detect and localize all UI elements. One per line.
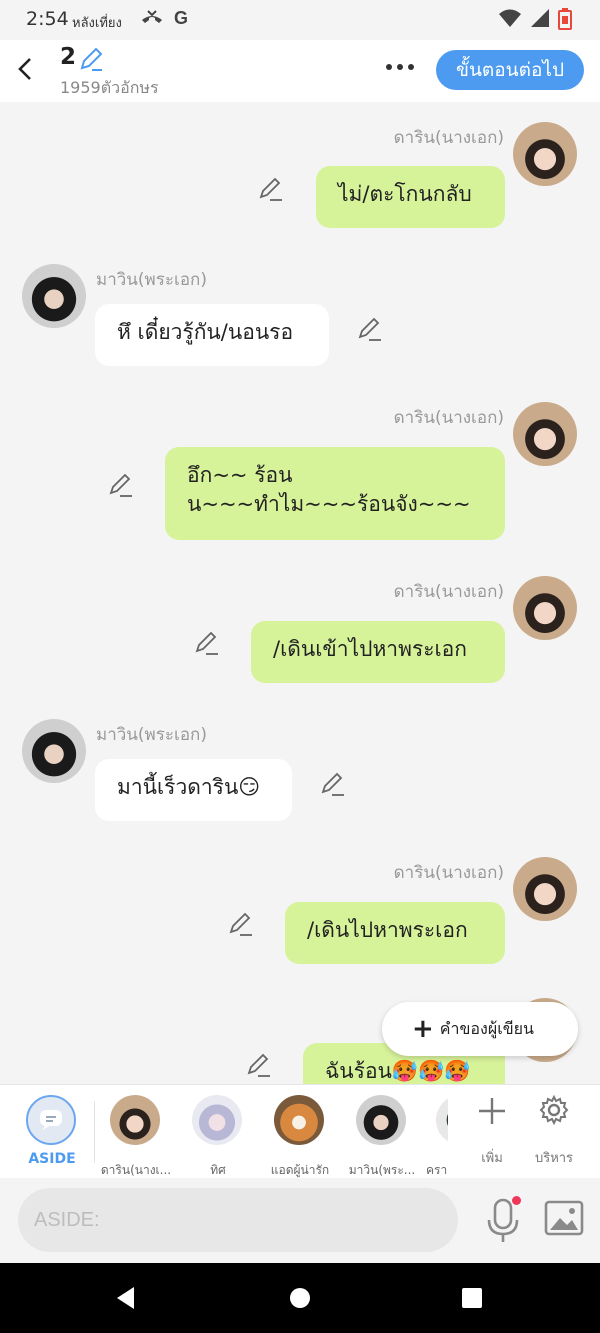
wifi-icon [498,8,522,33]
avatar [192,1095,242,1145]
status-bar: 2:54 หลังเที่ยง G [0,0,600,40]
plus-icon [462,1093,522,1137]
square-recents-icon [462,1288,482,1308]
avatar [110,1095,160,1145]
character-selector-bar: ASIDE ดาริน(นางเ... ทิศ แอดผู้น่ารัก มาว… [0,1084,600,1178]
chat-area[interactable]: ดาริน(นางเอก) ไม่/ตะโกนกลับ มาวิน(พระเอก… [0,102,600,1084]
message-bubble[interactable]: อึก~~ ร้อน น~~~ทำไม~~~ร้อนจัง~~~ [165,447,505,540]
sender-name: มาวิน(พระเอก) [96,270,207,290]
back-button[interactable] [10,52,40,86]
edit-pencil-icon[interactable] [246,1052,272,1078]
aside-label: ASIDE [28,1151,76,1167]
avatar [436,1095,448,1145]
message-bubble[interactable]: มานี้เร็วดาริน😏 [95,759,292,821]
avatar[interactable] [22,719,86,783]
avatar[interactable] [513,122,577,186]
gear-icon [524,1093,584,1137]
edit-pencil-icon[interactable] [194,630,220,656]
status-time: 2:54 [26,8,69,30]
edit-pencil-icon[interactable] [228,911,254,937]
sender-name: ดาริน(นางเอก) [393,863,504,883]
next-step-button[interactable]: ขั้นตอนต่อไป [436,50,584,90]
character-name: ครา [426,1163,448,1175]
triangle-back-icon [117,1287,134,1309]
signal-icon [528,8,550,33]
edit-pencil-icon[interactable] [108,472,134,498]
manage-characters-button[interactable]: บริหาร [524,1093,584,1173]
sender-name: ดาริน(นางเอก) [393,582,504,602]
manage-label: บริหาร [534,1151,574,1166]
edit-title-icon[interactable] [78,46,104,72]
message-input-bar [0,1178,600,1263]
plus-icon: + [412,1014,434,1044]
avatar [274,1095,324,1145]
avatar [356,1095,406,1145]
character-item[interactable]: มาวิน(พระ... [340,1095,420,1177]
add-author-note-button[interactable]: + คำของผู้เขียน [382,1002,578,1056]
message-bubble[interactable]: /เดินไปหาพระเอก [285,902,505,964]
more-dots-icon [386,64,414,70]
message-bubble[interactable]: /เดินเข้าไปหาพระเอก [251,621,505,683]
nav-recents-button[interactable] [432,1263,512,1333]
avatar[interactable] [513,857,577,921]
add-label: เพิ่ม [481,1151,503,1166]
message-input[interactable] [18,1188,458,1252]
missed-call-icon [140,8,164,33]
circle-home-icon [290,1288,310,1308]
avatar[interactable] [513,576,577,640]
add-character-button[interactable]: เพิ่ม [462,1093,522,1173]
avatar[interactable] [22,264,86,328]
chat-bubble-icon [40,1110,62,1130]
edit-pencil-icon[interactable] [258,176,284,202]
sender-name: ดาริน(นางเอก) [393,128,504,148]
image-icon[interactable] [544,1200,584,1236]
story-title: 2 [60,44,77,70]
aside-button[interactable] [26,1095,76,1145]
back-arrow-icon [18,58,31,80]
character-count: 1959ตัวอักษร [60,78,159,97]
status-period: หลังเที่ยง [72,16,122,31]
edit-pencil-icon[interactable] [320,771,346,797]
character-item[interactable]: แอดผู้น่ารัก [258,1095,338,1177]
character-item[interactable]: ดาริน(นางเ... [94,1095,174,1177]
sender-name: ดาริน(นางเอก) [393,408,504,428]
author-note-label: คำของผู้เขียน [439,1018,534,1038]
system-nav-bar [0,1263,600,1333]
nav-back-button[interactable] [86,1263,166,1333]
edit-pencil-icon[interactable] [357,316,383,342]
google-icon: G [174,8,189,28]
avatar[interactable] [513,402,577,466]
recording-indicator [512,1196,521,1205]
sender-name: มาวิน(พระเอก) [96,725,207,745]
character-item[interactable]: ครา [410,1095,448,1175]
message-bubble[interactable]: หึ เดี๋ยวรู้กัน/นอนรอ [95,304,329,366]
nav-home-button[interactable] [260,1263,340,1333]
battery-low-icon [558,8,572,35]
more-options-button[interactable] [380,50,420,84]
chat-header: 2 1959ตัวอักษร ขั้นตอนต่อไป [0,40,600,102]
message-bubble[interactable]: ไม่/ตะโกนกลับ [316,166,505,228]
character-item[interactable]: ทิศ [176,1095,256,1177]
